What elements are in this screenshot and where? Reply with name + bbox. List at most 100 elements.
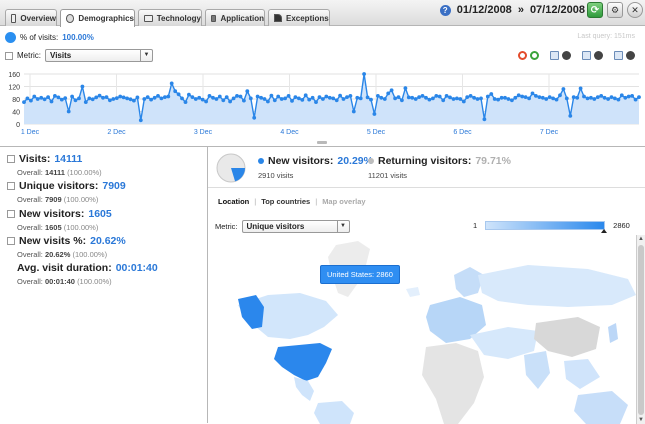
chart-point	[70, 94, 74, 99]
tab-technology[interactable]: Technology	[138, 9, 202, 26]
refresh-button[interactable]: ⟳	[587, 2, 603, 18]
tab-demographics[interactable]: Demographics	[60, 9, 135, 27]
chart-point	[259, 95, 263, 100]
bar-chart-icon[interactable]	[582, 51, 591, 60]
map-scrollbar[interactable]: ▲ ▼	[636, 235, 645, 424]
chart-point	[400, 98, 404, 103]
chart-point	[571, 95, 576, 99]
chart-point	[121, 95, 126, 100]
chart-point	[465, 95, 470, 99]
returning-visitors-summary: Returning visitors: 79.71% 11201 visits	[368, 155, 511, 180]
chart-point	[156, 94, 160, 98]
clear-icon[interactable]	[574, 51, 579, 60]
map-scandinavia[interactable]	[454, 267, 484, 297]
subtab-location[interactable]: Location	[218, 197, 249, 206]
overall-label: Overall:	[17, 223, 43, 232]
grid-icon[interactable]	[614, 51, 623, 60]
dark-dot-icon[interactable]	[626, 51, 635, 60]
dark-dot-icon[interactable]	[562, 51, 571, 60]
chart-point	[393, 96, 397, 101]
chart-point	[25, 96, 30, 101]
panel-splitter[interactable]	[317, 141, 327, 144]
close-button[interactable]: ✕	[627, 2, 643, 18]
table-icon[interactable]	[550, 51, 559, 60]
chart-point	[362, 72, 366, 76]
chart-point	[503, 95, 507, 100]
chart-point	[613, 96, 617, 101]
chart-point	[300, 98, 305, 102]
map-southeast-asia[interactable]	[564, 359, 600, 389]
clear-icon[interactable]	[542, 51, 547, 60]
map-japan[interactable]	[608, 323, 618, 343]
chart-point	[389, 88, 394, 93]
map-south-america[interactable]	[314, 401, 354, 424]
scroll-thumb[interactable]	[638, 245, 644, 415]
chart-point	[214, 97, 219, 101]
map-india[interactable]	[524, 351, 550, 389]
map-africa[interactable]	[422, 343, 484, 424]
map-australia[interactable]	[574, 391, 628, 424]
date-from[interactable]: 01/12/2008	[457, 4, 512, 16]
map-united-states[interactable]	[274, 343, 332, 381]
tab-overview[interactable]: Overview	[5, 9, 57, 26]
x-tick-label: 3 Dec	[194, 129, 213, 136]
pie-chart-icon[interactable]	[518, 51, 527, 60]
chart-point	[358, 96, 363, 101]
tab-application[interactable]: Application	[205, 9, 265, 26]
chart-point	[527, 96, 531, 101]
date-to[interactable]: 07/12/2008	[530, 4, 585, 16]
map-china[interactable]	[534, 317, 600, 357]
chart-point	[585, 96, 590, 101]
chart-point	[417, 95, 421, 99]
stat-checkbox[interactable]	[7, 182, 15, 190]
stat-value: 1605	[88, 208, 112, 220]
overall-pct: (100.00%)	[63, 223, 99, 232]
tab-exceptions[interactable]: Exceptions	[268, 9, 330, 26]
subtab-top-countries[interactable]: Top countries	[261, 197, 310, 206]
chart-point	[283, 96, 287, 101]
gear-icon: ⚙	[610, 4, 620, 15]
scroll-up-icon[interactable]: ▲	[637, 235, 645, 243]
chart-point	[520, 94, 525, 99]
new-vs-returning-pie[interactable]	[215, 152, 247, 184]
close-icon: ✕	[631, 4, 639, 15]
chart-point	[118, 94, 123, 99]
metric-select[interactable]: Visits ▼	[45, 49, 153, 62]
map-metric-row: Metric: Unique visitors ▼	[215, 220, 350, 233]
help-icon[interactable]: ?	[439, 4, 451, 16]
refresh-icon: ⟳	[590, 4, 600, 16]
map-middle-east[interactable]	[470, 327, 538, 359]
chart-point	[87, 96, 92, 101]
chart-point	[104, 95, 109, 99]
stat-label: New visits %:	[19, 235, 87, 247]
chart-point	[66, 109, 71, 114]
chart-point	[317, 95, 322, 99]
chart-point	[534, 94, 538, 98]
visits-line-chart[interactable]: 0 40 80 120 160 1 Dec 2 Dec 3 Dec 4 Dec 5 Dec 6 De…	[0, 68, 645, 142]
chart-point	[475, 97, 480, 101]
world-map[interactable]	[208, 235, 636, 424]
clear-icon[interactable]	[606, 51, 611, 60]
subtab-separator: |	[254, 197, 257, 206]
stat-checkbox[interactable]	[7, 237, 15, 245]
chart-point	[159, 96, 164, 101]
date-range[interactable]: ? 01/12/2008 » 07/12/2008	[439, 4, 585, 16]
stat-checkbox[interactable]	[7, 210, 15, 218]
stat-checkbox[interactable]	[7, 155, 15, 163]
chart-point	[348, 94, 353, 98]
settings-button[interactable]: ⚙	[607, 2, 623, 18]
chart-point	[90, 97, 95, 102]
tab-label: Technology	[156, 13, 201, 23]
dark-dot-icon[interactable]	[594, 51, 603, 60]
chart-point	[152, 95, 157, 100]
map-iceland[interactable]	[406, 287, 420, 297]
map-mexico[interactable]	[294, 377, 314, 401]
subtab-map-overlay[interactable]: Map overlay	[322, 197, 365, 206]
stat-value: 20.62%	[90, 235, 126, 247]
chart-point	[334, 98, 339, 103]
metric-checkbox[interactable]	[5, 51, 13, 60]
map-russia[interactable]	[478, 265, 636, 307]
chart-point	[637, 95, 641, 99]
map-metric-select[interactable]: Unique visitors ▼	[241, 220, 350, 233]
donut-icon[interactable]	[530, 51, 539, 60]
